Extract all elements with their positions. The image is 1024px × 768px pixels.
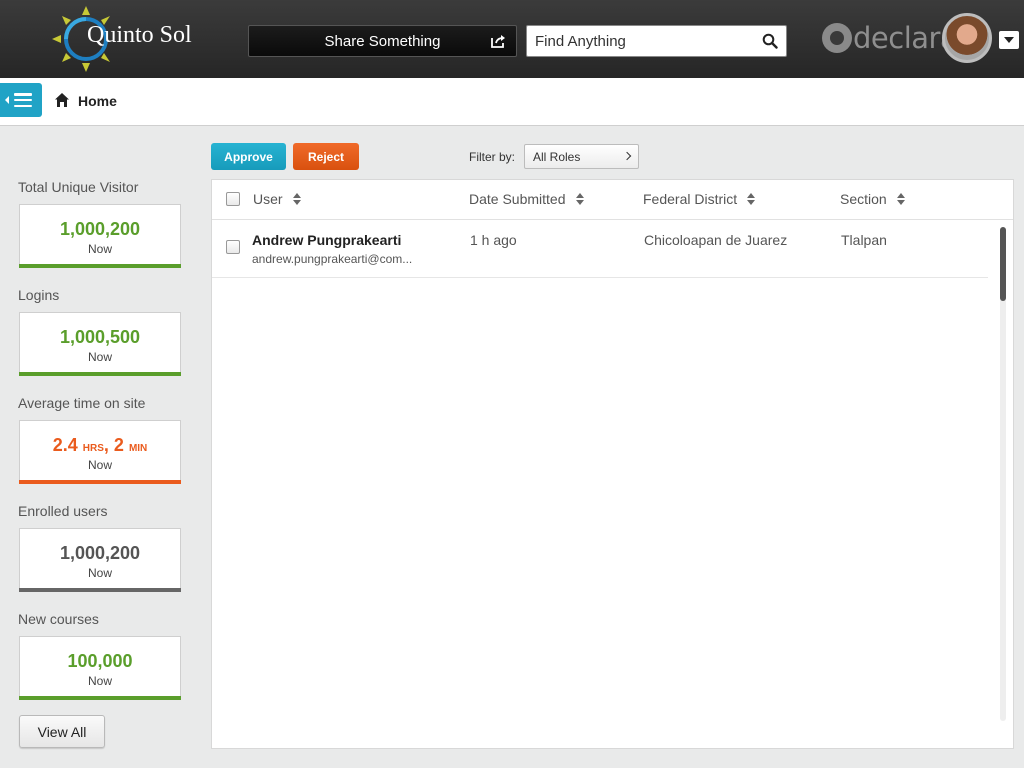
user-name[interactable]: Andrew Pungprakearti <box>252 232 414 248</box>
chevron-down-icon <box>1004 37 1014 43</box>
stat-sub: Now <box>87 674 112 688</box>
column-header-label: Section <box>840 191 887 207</box>
share-something-button[interactable]: Share Something <box>248 25 517 57</box>
stat-value: 1,000,200 <box>59 543 141 563</box>
stat-label-logins: Logins <box>18 287 60 303</box>
stat-value: 1,000,200 <box>59 219 141 239</box>
stat-accent-bar <box>19 264 181 268</box>
stat-label-enrolled-users: Enrolled users <box>18 503 108 519</box>
search-icon[interactable] <box>762 33 778 49</box>
top-bar: Quinto Sol Share Something declara <box>0 0 1024 78</box>
role-filter-value: All Roles <box>533 150 581 164</box>
stat-minutes-unit: MIN <box>128 443 148 454</box>
stat-card-new-courses[interactable]: 100,000 Now <box>19 636 181 700</box>
stat-sub: Now <box>87 242 112 256</box>
column-header-user[interactable]: User <box>253 191 301 207</box>
column-header-federal-district[interactable]: Federal District <box>643 191 756 207</box>
sort-icon <box>896 193 905 205</box>
stat-sub: Now <box>87 566 112 580</box>
date-submitted-cell: 1 h ago <box>470 232 517 248</box>
column-header-label: Date Submitted <box>469 191 566 207</box>
stat-minutes-value: 2 <box>113 435 124 455</box>
stat-sub: Now <box>87 458 112 472</box>
share-icon <box>491 35 505 48</box>
caret-left-icon <box>5 96 9 104</box>
role-filter-select[interactable]: All Roles <box>524 144 639 169</box>
reject-button[interactable]: Reject <box>293 143 359 170</box>
breadcrumb-bar: Home <box>0 78 1024 126</box>
quinto-sol-logo[interactable]: Quinto Sol <box>52 6 202 72</box>
breadcrumb-home[interactable]: Home <box>78 93 117 109</box>
sidebar-toggle-button[interactable] <box>0 83 42 117</box>
select-all-checkbox[interactable] <box>226 192 240 206</box>
stat-label-average-time: Average time on site <box>18 395 146 411</box>
hamburger-menu-icon <box>14 93 32 108</box>
user-email: andrew.pungprakearti@com... <box>252 252 413 266</box>
sort-icon <box>747 193 756 205</box>
table-scrollbar[interactable] <box>1000 227 1006 721</box>
scrollbar-thumb[interactable] <box>1000 227 1006 301</box>
stat-accent-bar <box>19 696 181 700</box>
search-input[interactable] <box>527 26 747 56</box>
column-header-date-submitted[interactable]: Date Submitted <box>469 191 584 207</box>
stat-value: 2.4 HRS, 2 MIN <box>52 435 148 455</box>
stat-sub: Now <box>87 350 112 364</box>
section-cell: Tlalpan <box>841 232 887 248</box>
stat-accent-bar <box>19 588 181 592</box>
federal-district-cell: Chicoloapan de Juarez <box>644 232 788 248</box>
stat-accent-bar <box>19 480 181 484</box>
stat-label-new-courses: New courses <box>18 611 99 627</box>
stat-accent-bar <box>19 372 181 376</box>
declara-mark-icon <box>822 23 852 53</box>
search-box[interactable] <box>526 25 787 57</box>
stat-card-total-unique-visitor[interactable]: 1,000,200 Now <box>19 204 181 268</box>
stat-value: 1,000,500 <box>59 327 141 347</box>
stat-label-total-unique-visitor: Total Unique Visitor <box>18 179 139 195</box>
sort-icon <box>292 193 301 205</box>
stat-card-enrolled-users[interactable]: 1,000,200 Now <box>19 528 181 592</box>
sort-icon <box>575 193 584 205</box>
row-checkbox[interactable] <box>226 240 240 254</box>
declara-logo: declara <box>822 18 958 58</box>
logo-text: Quinto Sol <box>87 22 192 48</box>
stat-hours-value: 2.4 <box>52 435 78 455</box>
approve-button[interactable]: Approve <box>211 143 286 170</box>
view-all-button[interactable]: View All <box>19 715 105 748</box>
filter-label: Filter by: <box>469 150 516 164</box>
submissions-table: User Date Submitted Federal District Sec… <box>211 179 1014 749</box>
stat-card-logins[interactable]: 1,000,500 Now <box>19 312 181 376</box>
table-row[interactable]: Andrew Pungprakearti andrew.pungprakeart… <box>212 221 988 278</box>
chevron-right-icon <box>622 151 632 161</box>
stat-card-average-time[interactable]: 2.4 HRS, 2 MIN Now <box>19 420 181 484</box>
column-header-section[interactable]: Section <box>840 191 905 207</box>
user-avatar[interactable] <box>942 13 992 63</box>
user-menu-dropdown[interactable] <box>999 31 1019 49</box>
share-button-label: Share Something <box>324 32 441 50</box>
stat-hours-unit: HRS <box>82 443 104 454</box>
user-cell: Andrew Pungprakearti andrew.pungprakeart… <box>252 232 414 266</box>
column-header-label: Federal District <box>643 191 738 207</box>
home-icon[interactable] <box>54 92 70 108</box>
column-header-label: User <box>253 191 283 207</box>
stat-value: 100,000 <box>67 651 133 671</box>
table-header: User Date Submitted Federal District Sec… <box>212 180 1013 220</box>
